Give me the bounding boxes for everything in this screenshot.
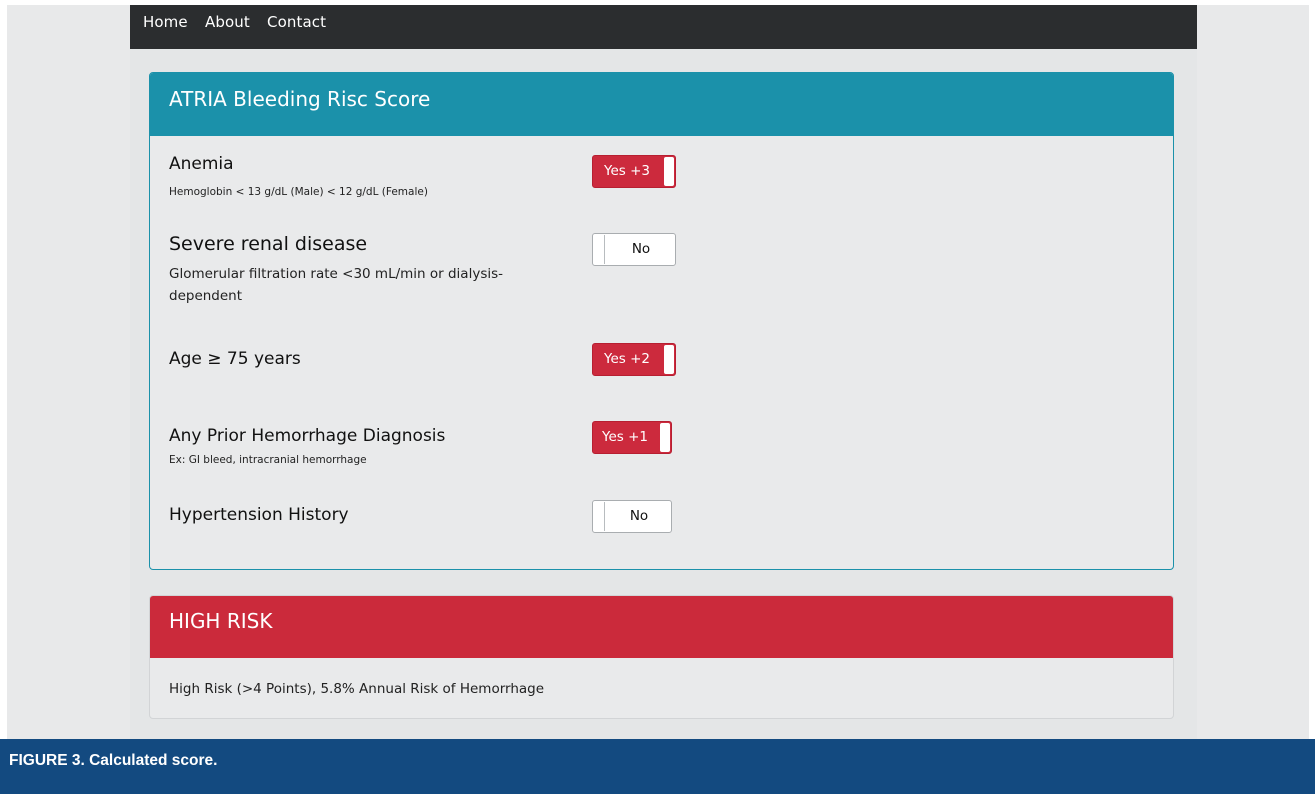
criterion-age: Age ≥ 75 years: [169, 349, 301, 369]
score-panel: ATRIA Bleeding Risc Score Anemia Hemoglo…: [149, 72, 1174, 570]
prior-hemorrhage-toggle[interactable]: Yes +1: [592, 421, 672, 454]
toggle-label: No: [631, 241, 651, 257]
criterion-title: Severe renal disease: [169, 233, 368, 255]
toggle-label: No: [629, 508, 649, 524]
toggle-knob: [594, 502, 605, 531]
score-panel-title: ATRIA Bleeding Risc Score: [150, 73, 1173, 136]
hypertension-toggle[interactable]: No: [592, 500, 672, 533]
toggle-knob: [664, 157, 674, 186]
nav-contact-link[interactable]: Contact: [267, 13, 326, 31]
criterion-title: Age ≥ 75 years: [169, 349, 301, 369]
toggle-label: Yes +1: [602, 429, 648, 445]
toggle-knob: [664, 345, 674, 374]
toggle-knob: [660, 423, 670, 452]
toggle-knob: [594, 235, 605, 264]
age-toggle[interactable]: Yes +2: [592, 343, 676, 376]
criterion-title: Anemia: [169, 154, 234, 174]
criterion-title: Hypertension History: [169, 505, 349, 525]
toggle-label: Yes +2: [604, 351, 650, 367]
nav-home-link[interactable]: Home: [143, 13, 188, 31]
figure-caption: FIGURE 3. Calculated score.: [9, 752, 218, 769]
criterion-subtitle: Hemoglobin < 13 g/dL (Male) < 12 g/dL (F…: [169, 186, 428, 198]
criterion-subtitle: Glomerular filtration rate <30 mL/min or…: [169, 266, 504, 304]
nav-about-link[interactable]: About: [205, 13, 250, 31]
criterion-anemia: Anemia Hemoglobin < 13 g/dL (Male) < 12 …: [169, 154, 428, 198]
criterion-subtitle: Ex: GI bleed, intracranial hemorrhage: [169, 454, 367, 466]
app-background: Home About Contact ATRIA Bleeding Risc S…: [7, 5, 1309, 739]
anemia-toggle[interactable]: Yes +3: [592, 155, 676, 188]
criterion-prior-hemorrhage: Any Prior Hemorrhage Diagnosis Ex: GI bl…: [169, 426, 445, 466]
criterion-hypertension: Hypertension History: [169, 505, 349, 525]
criterion-renal-disease: Severe renal disease Glomerular filtrati…: [169, 233, 549, 307]
toggle-label: Yes +3: [604, 163, 650, 179]
risk-title: HIGH RISK: [150, 596, 1173, 658]
criterion-title: Any Prior Hemorrhage Diagnosis: [169, 426, 446, 446]
risk-result-panel: HIGH RISK High Risk (>4 Points), 5.8% An…: [149, 595, 1174, 719]
renal-disease-toggle[interactable]: No: [592, 233, 676, 266]
figure-caption-bar: FIGURE 3. Calculated score.: [0, 739, 1315, 794]
navbar: Home About Contact: [130, 5, 1197, 49]
page-container: Home About Contact ATRIA Bleeding Risc S…: [130, 5, 1197, 739]
risk-description: High Risk (>4 Points), 5.8% Annual Risk …: [169, 681, 545, 697]
